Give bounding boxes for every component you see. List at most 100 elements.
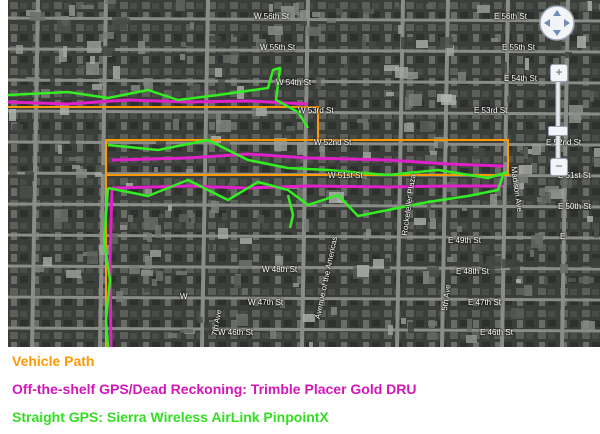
building [58, 145, 62, 154]
building [474, 343, 479, 347]
building [72, 165, 80, 169]
building [530, 250, 534, 257]
building [409, 94, 422, 106]
street-label-w52: W 52nd St [314, 138, 352, 147]
building [69, 5, 75, 16]
building [475, 245, 482, 254]
building [490, 194, 497, 206]
building [511, 308, 524, 319]
building [438, 142, 444, 149]
building [426, 4, 432, 9]
building [216, 120, 231, 132]
street-label-e46: E 46th St [480, 328, 513, 337]
building [270, 331, 276, 339]
building [156, 271, 163, 281]
building [579, 2, 588, 11]
building [457, 226, 462, 232]
building [357, 265, 369, 277]
building [82, 275, 96, 281]
building [525, 58, 529, 70]
street-label-w54: W 54th St [276, 78, 312, 87]
street-label-e50: E 50th St [558, 202, 591, 211]
building [116, 291, 123, 302]
building [293, 3, 299, 15]
building [129, 266, 140, 274]
street-label-partial-w: W [180, 292, 188, 301]
building [57, 20, 71, 33]
building [312, 12, 320, 17]
building [388, 325, 393, 335]
building [131, 85, 140, 91]
building [25, 172, 34, 181]
building [223, 55, 238, 63]
street-label-w56: W 56th St [254, 12, 290, 21]
building [366, 229, 371, 236]
building [293, 283, 299, 287]
building [35, 266, 44, 272]
building [190, 84, 200, 93]
building [320, 146, 325, 158]
pan-arrows-icon [539, 5, 575, 41]
building [70, 140, 76, 147]
building [138, 41, 145, 54]
building [256, 107, 267, 116]
building [524, 285, 532, 296]
building [103, 32, 114, 39]
building [66, 270, 81, 278]
building [420, 121, 434, 132]
building [173, 119, 179, 130]
building [479, 255, 483, 265]
building [568, 278, 576, 282]
street-label-w47: W 47th St [248, 298, 284, 307]
building [408, 322, 414, 333]
building [12, 124, 23, 132]
building [87, 41, 101, 53]
building [180, 329, 193, 333]
building [218, 228, 228, 239]
building [181, 42, 186, 47]
building [579, 277, 594, 283]
satellite-map[interactable]: W 56th St E 56th St W 55th St E 55th St … [8, 0, 600, 347]
building [528, 149, 532, 154]
building [404, 123, 414, 132]
building [179, 214, 189, 222]
building [150, 250, 161, 257]
building [594, 158, 600, 167]
zoom-out-button[interactable]: − [550, 158, 568, 176]
building [541, 192, 551, 203]
street-label-partial-e: E [560, 232, 566, 241]
building [520, 150, 528, 154]
building [403, 72, 418, 79]
building [363, 9, 374, 14]
building [317, 337, 324, 342]
zoom-in-icon: + [555, 65, 563, 79]
building [81, 5, 94, 9]
pan-control[interactable] [538, 4, 576, 42]
building [222, 213, 227, 220]
building [218, 79, 225, 90]
building [533, 119, 539, 125]
building [50, 76, 55, 85]
building [43, 257, 52, 266]
building [234, 275, 241, 288]
building [9, 166, 17, 175]
building [9, 109, 16, 121]
street-label-e54: E 54th St [504, 74, 537, 83]
building [155, 225, 161, 238]
building [473, 148, 485, 159]
zoom-in-button[interactable]: + [550, 64, 568, 82]
building [20, 186, 33, 198]
building [102, 46, 115, 56]
building [90, 260, 98, 264]
building [565, 52, 572, 58]
building [401, 37, 416, 49]
street-label-e47: E 47th St [468, 298, 501, 307]
street-label-w51: W 51st St [328, 171, 363, 180]
zoom-slider-handle[interactable] [548, 126, 568, 136]
building [516, 279, 521, 283]
building [532, 144, 541, 155]
building [384, 65, 399, 71]
building [147, 233, 152, 242]
building [113, 66, 120, 79]
building [491, 38, 498, 42]
